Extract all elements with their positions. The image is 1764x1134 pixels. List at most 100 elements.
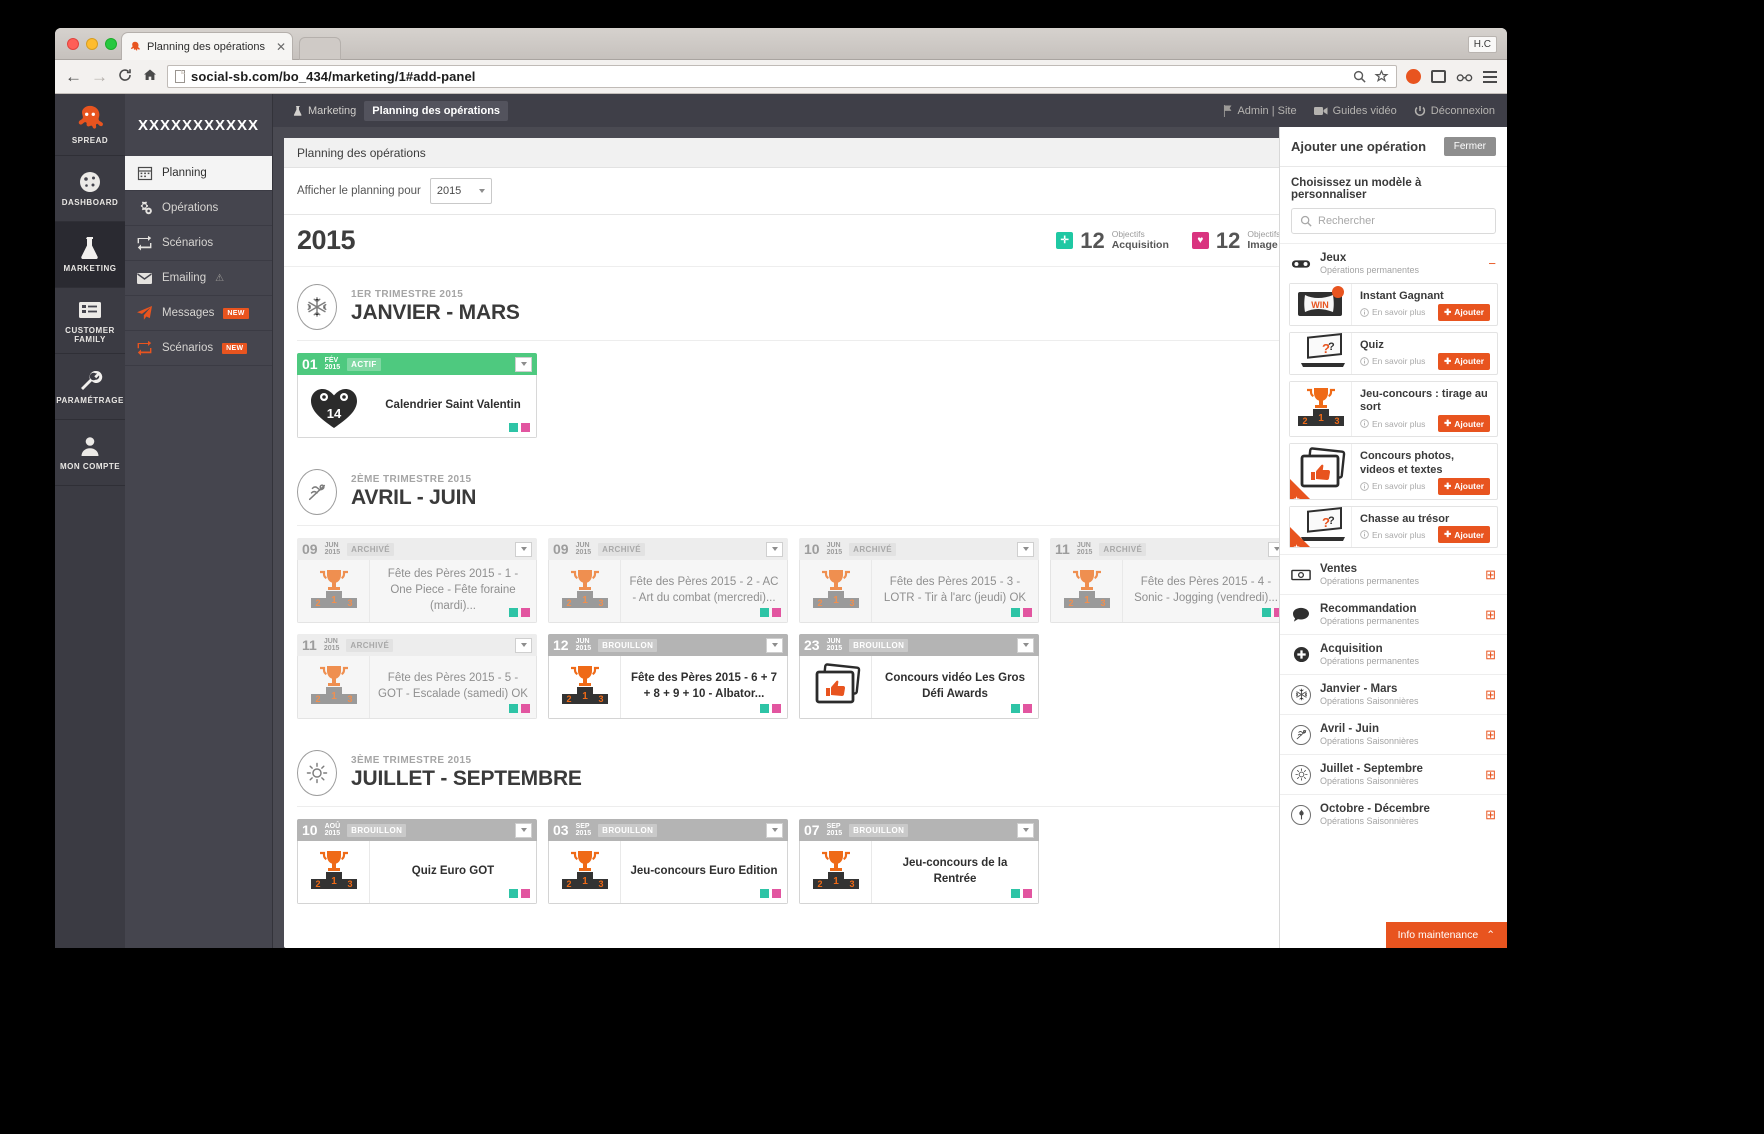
menu-item-planning[interactable]: Planning (125, 156, 272, 191)
close-icon[interactable]: ✕ (276, 41, 286, 53)
template-category-row[interactable]: Acquisition Opérations permanentes ⊞ (1280, 634, 1507, 674)
new-tab-button[interactable] (299, 37, 341, 60)
operation-card[interactable]: 11 JUN 2015 ARCHIVÉ 1 2 3 Fête des Pères… (297, 634, 537, 719)
template-card[interactable]: ★ Concours photos, videos et textes En s… (1289, 443, 1498, 500)
menu-item-emailing[interactable]: Emailing ⚠ (125, 261, 272, 296)
logout-link[interactable]: Déconnexion (1414, 105, 1495, 117)
minimize-window-button[interactable] (86, 38, 98, 50)
menu-item-messages[interactable]: Messages NEW (125, 296, 272, 331)
forward-button[interactable]: → (91, 68, 108, 85)
operation-card[interactable]: 12 JUN 2015 BROUILLON 1 2 3 Fête des Pèr… (548, 634, 788, 719)
template-learn-more-link[interactable]: En savoir plus (1360, 481, 1425, 491)
close-panel-button[interactable]: Fermer (1443, 137, 1496, 156)
brand-logo[interactable]: SPREAD (55, 94, 125, 156)
template-category-row[interactable]: Janvier - Mars Opérations Saisonnières ⊞ (1280, 674, 1507, 714)
template-learn-more-link[interactable]: En savoir plus (1360, 356, 1425, 366)
admin-site-link[interactable]: Admin | Site (1223, 104, 1297, 117)
template-card[interactable]: WIN Instant Gagnant En savoir plus ✚ Ajo… (1289, 283, 1498, 326)
rail-item-dashboard[interactable]: DASHBOARD (55, 156, 125, 222)
operation-card[interactable]: 07 SEP 2015 BROUILLON 1 2 3 Jeu-concours… (799, 819, 1039, 904)
back-button[interactable]: ← (65, 68, 82, 85)
rail-item-customer-family[interactable]: CUSTOMER FAMILY (55, 288, 125, 354)
template-search-input[interactable]: Rechercher (1291, 208, 1496, 234)
year-select[interactable]: 2015 (429, 178, 492, 204)
operation-menu-button[interactable] (515, 541, 532, 557)
template-add-button[interactable]: ✚ Ajouter (1438, 477, 1490, 495)
profile-chip[interactable]: H.C (1467, 36, 1497, 53)
template-add-button[interactable]: ✚ Ajouter (1438, 415, 1490, 432)
template-add-button[interactable]: ✚ Ajouter (1438, 303, 1490, 321)
operation-card[interactable]: 01 FÉV 2015 ACTIF 14 Calendrier Saint Va… (297, 353, 537, 438)
rail-item-marketing[interactable]: MARKETING (55, 222, 125, 288)
operation-menu-button[interactable] (766, 637, 783, 653)
operation-card[interactable]: 11 JUN 2015 ARCHIVÉ 1 2 3 Fête des Pères… (1050, 538, 1290, 623)
template-category-row[interactable]: Recommandation Opérations permanentes ⊞ (1280, 594, 1507, 634)
operation-menu-button[interactable] (515, 822, 532, 838)
operation-menu-button[interactable] (515, 637, 532, 653)
template-learn-more-link[interactable]: En savoir plus (1360, 530, 1425, 540)
extension-glasses-icon[interactable] (1456, 70, 1473, 84)
template-card[interactable]: ? ? ★ Chasse au trésor En savoir plus ✚ … (1289, 505, 1498, 549)
template-list[interactable]: Jeux Opérations permanentes − WIN Instan… (1280, 243, 1507, 948)
expand-toggle-icon[interactable]: ⊞ (1485, 768, 1496, 781)
template-add-button[interactable]: ✚ Ajouter (1438, 526, 1490, 544)
home-button[interactable] (142, 67, 158, 86)
flask-small-icon (293, 105, 302, 116)
maximize-window-button[interactable] (105, 38, 117, 50)
expand-toggle-icon[interactable]: ⊞ (1485, 568, 1496, 581)
template-category-row[interactable]: Ventes Opérations permanentes ⊞ (1280, 554, 1507, 594)
browser-menu-button[interactable] (1483, 70, 1497, 83)
menu-item-scenarios[interactable]: Scénarios (125, 226, 272, 261)
template-category-row[interactable]: Avril - Juin Opérations Saisonnières ⊞ (1280, 714, 1507, 754)
expand-toggle-icon[interactable]: ⊞ (1485, 728, 1496, 741)
operation-menu-button[interactable] (1017, 541, 1034, 557)
window-controls[interactable] (67, 38, 117, 50)
operation-card[interactable]: 09 JUN 2015 ARCHIVÉ 1 2 3 Fête des Pères… (297, 538, 537, 623)
operation-menu-button[interactable] (1017, 637, 1034, 653)
template-card[interactable]: ? ? Quiz En savoir plus ✚ Ajouter (1289, 331, 1498, 375)
breadcrumb-planning[interactable]: Planning des opérations (364, 100, 509, 121)
template-group-header[interactable]: Jeux Opérations permanentes − (1280, 243, 1507, 283)
guides-video-link[interactable]: Guides vidéo (1313, 105, 1397, 117)
menu-item-scenarios-new[interactable]: Scénarios NEW (125, 331, 272, 366)
rail-item-parametrage[interactable]: PARAMÉTRAGE (55, 354, 125, 420)
template-learn-more-link[interactable]: En savoir plus (1360, 307, 1425, 317)
template-category-row[interactable]: Octobre - Décembre Opérations Saisonnièr… (1280, 794, 1507, 834)
operation-card[interactable]: 03 SEP 2015 BROUILLON 1 2 3 Jeu-concours… (548, 819, 788, 904)
operation-menu-button[interactable] (766, 822, 783, 838)
operation-card[interactable]: 23 JUN 2015 BROUILLON Concours vidéo Les… (799, 634, 1039, 719)
extension-orange-icon[interactable] (1406, 69, 1421, 84)
rail-item-mon-compte[interactable]: MON COMPTE (55, 420, 125, 486)
reload-button[interactable] (117, 67, 133, 86)
expand-toggle-icon[interactable]: ⊞ (1485, 608, 1496, 621)
operation-card[interactable]: 09 JUN 2015 ARCHIVÉ 1 2 3 Fête des Pères… (548, 538, 788, 623)
maintenance-info-bar[interactable]: Info maintenance ⌃ (1385, 922, 1507, 948)
expand-toggle-icon[interactable]: ⊞ (1485, 808, 1496, 821)
svg-text:3: 3 (598, 694, 603, 704)
operation-menu-button[interactable] (766, 541, 783, 557)
template-card[interactable]: 1 2 3 Jeu-concours : tirage au sort En s… (1289, 380, 1498, 437)
operation-card[interactable]: 10 AOÛ 2015 BROUILLON 1 2 3 Quiz Euro GO… (297, 819, 537, 904)
extension-window-icon[interactable] (1431, 70, 1446, 83)
podium-icon: 1 2 3 (812, 570, 859, 608)
browser-tab[interactable]: Planning des opérations ✕ (121, 32, 293, 60)
svg-text:3: 3 (1100, 598, 1105, 608)
template-category-row[interactable]: Juillet - Septembre Opérations Saisonniè… (1280, 754, 1507, 794)
search-icon[interactable] (1352, 69, 1367, 84)
objective-dot (521, 889, 530, 898)
operation-menu-button[interactable] (515, 356, 532, 372)
bookmark-star-icon[interactable] (1374, 69, 1389, 84)
banknote-icon (1291, 568, 1311, 582)
template-learn-more-link[interactable]: En savoir plus (1360, 419, 1425, 429)
menu-item-operations[interactable]: Opérations (125, 191, 272, 226)
close-window-button[interactable] (67, 38, 79, 50)
operation-menu-button[interactable] (1017, 822, 1034, 838)
expand-toggle-icon[interactable]: ⊞ (1485, 648, 1496, 661)
template-add-button[interactable]: ✚ Ajouter (1438, 352, 1490, 370)
expand-toggle-icon[interactable]: ⊞ (1485, 688, 1496, 701)
breadcrumb-marketing[interactable]: Marketing (285, 101, 364, 121)
operation-card[interactable]: 10 JUN 2015 ARCHIVÉ 1 2 3 Fête des Pères… (799, 538, 1039, 623)
address-bar[interactable]: social-sb.com/bo_434/marketing/1#add-pan… (167, 65, 1397, 88)
collapse-toggle-icon[interactable]: − (1488, 257, 1496, 270)
objective-dots (1011, 608, 1032, 617)
